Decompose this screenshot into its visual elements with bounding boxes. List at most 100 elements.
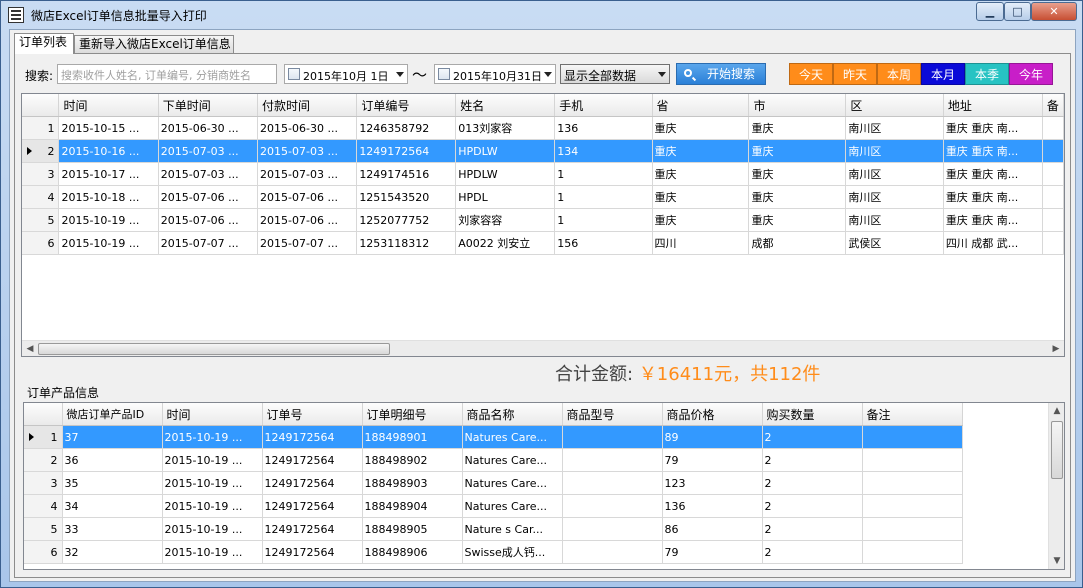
scroll-right-icon[interactable]: ▶ [1048, 341, 1064, 356]
row-header[interactable]: 1 [24, 425, 63, 449]
table-cell[interactable]: 重庆 [652, 139, 750, 163]
table-cell[interactable]: 013刘家容 [455, 116, 556, 140]
table-cell[interactable]: 南川区 [845, 208, 944, 232]
orders-col-header[interactable]: 备 [1042, 94, 1064, 117]
table-cell[interactable]: 2015-10-19 ... [162, 448, 263, 472]
table-cell[interactable]: 重庆 [748, 162, 847, 186]
table-cell[interactable]: Natures Care... [462, 471, 563, 495]
table-cell[interactable]: 2015-07-07 ... [158, 231, 259, 255]
table-cell[interactable]: 35 [62, 471, 163, 495]
date-from-picker[interactable]: 2015年10月 1日 [284, 64, 408, 84]
table-cell[interactable]: A0022 刘安立 [455, 231, 556, 255]
table-row[interactable]: 3 2015-10-17 ... 2015-07-03 ... 2015-07-03 … [22, 162, 1064, 186]
table-cell[interactable] [862, 425, 963, 449]
table-cell[interactable]: 2 [762, 540, 863, 564]
table-row[interactable]: 4 34 2015-10-19 ... 1249172564 188498904 Natu… [24, 494, 963, 518]
row-header[interactable]: 4 [22, 185, 60, 209]
products-col-header[interactable]: 备注 [862, 403, 963, 426]
table-cell[interactable]: 188498905 [362, 517, 463, 541]
products-col-header[interactable]: 商品名称 [462, 403, 563, 426]
table-cell[interactable]: 成都 [748, 231, 847, 255]
table-cell[interactable]: HPDL [455, 185, 556, 209]
table-cell[interactable]: 1249172564 [262, 448, 363, 472]
orders-hscroll-thumb[interactable] [38, 343, 390, 355]
date-from-checkbox[interactable] [288, 68, 300, 80]
table-cell[interactable]: 2015-06-30 ... [158, 116, 259, 140]
start-search-button[interactable]: 开始搜索 [676, 63, 766, 85]
products-vscrollbar[interactable]: ▲ ▼ [1048, 403, 1064, 569]
table-cell[interactable]: 南川区 [845, 116, 944, 140]
table-cell[interactable]: Natures Care... [462, 425, 563, 449]
table-cell[interactable]: 1252077752 [356, 208, 457, 232]
table-cell[interactable]: 2015-10-19 ... [162, 471, 263, 495]
table-cell[interactable]: 1253118312 [356, 231, 457, 255]
table-cell[interactable]: 2015-10-19 ... [162, 517, 263, 541]
row-header[interactable]: 2 [24, 448, 63, 472]
table-cell[interactable]: 2015-07-03 ... [257, 139, 358, 163]
table-row[interactable]: 5 33 2015-10-19 ... 1249172564 188498905 Natu… [24, 517, 963, 541]
row-header[interactable]: 5 [24, 517, 63, 541]
table-cell[interactable]: 188498903 [362, 471, 463, 495]
row-header[interactable]: 3 [22, 162, 60, 186]
maximize-button[interactable]: □ [1004, 2, 1031, 21]
table-cell[interactable]: 重庆 重庆 南... [943, 208, 1043, 232]
table-cell[interactable]: 重庆 [748, 116, 847, 140]
table-cell[interactable]: 2015-10-15 ... [58, 116, 159, 140]
table-cell[interactable]: 重庆 [652, 162, 750, 186]
table-cell[interactable] [862, 540, 963, 564]
table-cell[interactable] [562, 494, 663, 518]
table-cell[interactable] [1042, 116, 1064, 140]
table-cell[interactable]: 重庆 [748, 208, 847, 232]
table-cell[interactable] [562, 425, 663, 449]
quick-button-1[interactable]: 昨天 [833, 63, 877, 85]
table-cell[interactable]: 南川区 [845, 162, 944, 186]
quick-button-4[interactable]: 本季 [965, 63, 1009, 85]
table-cell[interactable] [1042, 162, 1064, 186]
table-cell[interactable]: 79 [662, 448, 763, 472]
products-grid[interactable]: 微店订单产品ID 时间 订单号 订单明细号 商品名称 商品型号 商品价格 购买数量 备注 1 37… [23, 402, 1065, 570]
table-cell[interactable]: 2 [762, 494, 863, 518]
quick-button-0[interactable]: 今天 [789, 63, 833, 85]
table-cell[interactable]: 1251543520 [356, 185, 457, 209]
table-cell[interactable] [862, 517, 963, 541]
table-cell[interactable]: 1246358792 [356, 116, 457, 140]
search-input[interactable]: 搜索收件人姓名, 订单编号, 分销商姓名 [57, 64, 277, 84]
table-cell[interactable]: 2 [762, 425, 863, 449]
table-cell[interactable]: 2015-07-07 ... [257, 231, 358, 255]
table-cell[interactable]: 1249172564 [262, 517, 363, 541]
products-col-header[interactable]: 订单明细号 [362, 403, 463, 426]
table-cell[interactable]: 188498902 [362, 448, 463, 472]
row-header[interactable]: 4 [24, 494, 63, 518]
table-cell[interactable] [862, 471, 963, 495]
table-cell[interactable]: 2 [762, 517, 863, 541]
orders-col-header[interactable]: 省 [652, 94, 750, 117]
table-cell[interactable]: 1249172564 [356, 139, 457, 163]
orders-col-header[interactable]: 订单编号 [356, 94, 457, 117]
table-cell[interactable]: HPDLW [455, 139, 556, 163]
date-to-picker[interactable]: 2015年10月31日 [434, 64, 556, 84]
table-cell[interactable]: 2015-07-06 ... [257, 208, 358, 232]
table-cell[interactable]: Nature s Car... [462, 517, 563, 541]
scroll-down-icon[interactable]: ▼ [1049, 553, 1064, 569]
table-row[interactable]: 4 2015-10-18 ... 2015-07-06 ... 2015-07-06 … [22, 185, 1064, 209]
table-cell[interactable]: 刘家容容 [455, 208, 556, 232]
table-cell[interactable] [562, 517, 663, 541]
quick-button-2[interactable]: 本周 [877, 63, 921, 85]
table-cell[interactable]: 33 [62, 517, 163, 541]
row-header[interactable]: 2 [22, 139, 60, 163]
table-cell[interactable]: 1 [554, 162, 653, 186]
table-cell[interactable]: 37 [62, 425, 163, 449]
scroll-up-icon[interactable]: ▲ [1049, 403, 1064, 419]
table-cell[interactable]: Swisse成人钙... [462, 540, 563, 564]
table-cell[interactable] [562, 540, 663, 564]
table-row[interactable]: 1 37 2015-10-19 ... 1249172564 188498901 Natu… [24, 425, 963, 449]
row-header[interactable]: 5 [22, 208, 60, 232]
table-row[interactable]: 3 35 2015-10-19 ... 1249172564 188498903 Natu… [24, 471, 963, 495]
orders-grid[interactable]: 时间 下单时间 付款时间 订单编号 姓名 手机省市区地址备 1 2015-10-15 ...… [21, 93, 1065, 357]
table-cell[interactable] [562, 471, 663, 495]
products-col-header[interactable]: 商品价格 [662, 403, 763, 426]
table-cell[interactable]: 四川 [652, 231, 750, 255]
table-cell[interactable]: 2015-10-17 ... [58, 162, 159, 186]
table-cell[interactable]: 2015-10-19 ... [162, 494, 263, 518]
table-cell[interactable]: 重庆 重庆 南... [943, 185, 1043, 209]
